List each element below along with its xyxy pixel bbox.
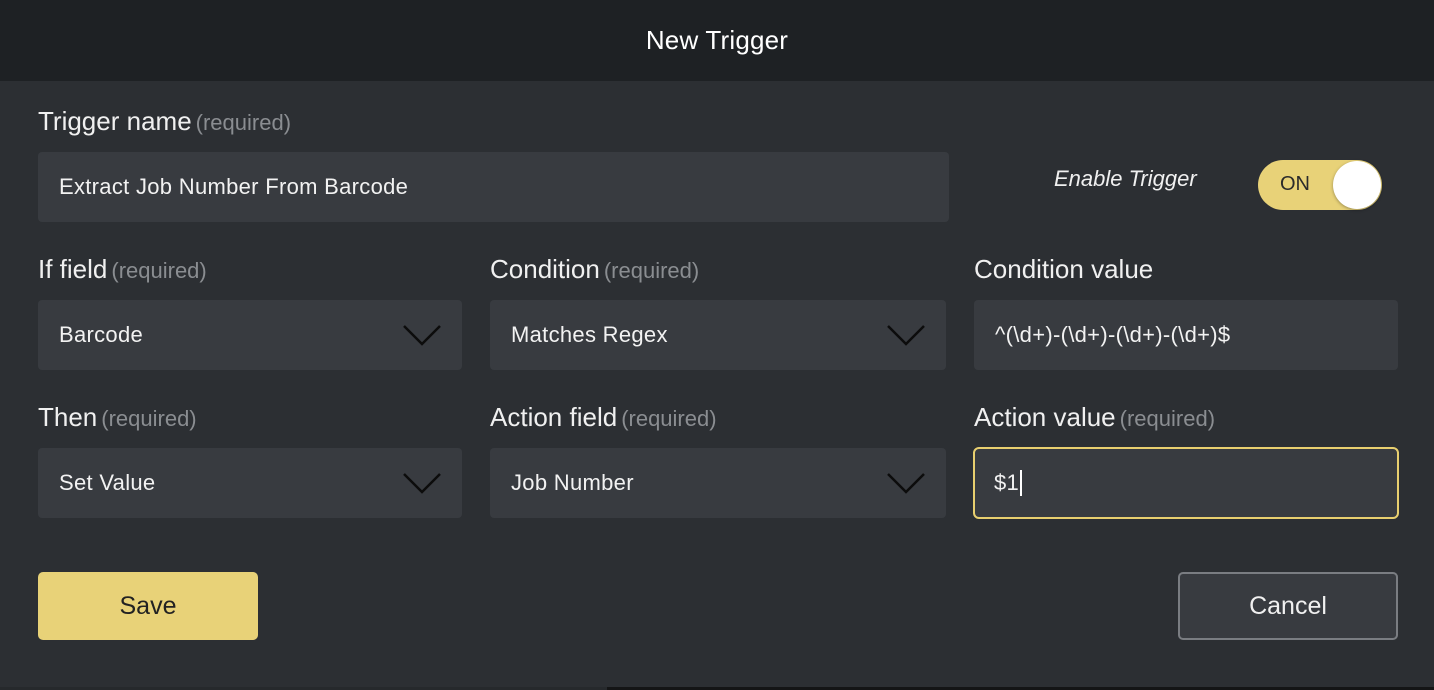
required-hint: (required): [195, 110, 292, 135]
required-hint: (required): [111, 258, 207, 283]
condition-select[interactable]: Matches Regex: [490, 300, 946, 370]
chevron-down-icon[interactable]: [886, 324, 926, 346]
action-value-text: $1: [994, 470, 1020, 495]
cancel-button-label: Cancel: [1249, 591, 1327, 620]
if-field-select[interactable]: Barcode: [38, 300, 462, 370]
then-select[interactable]: Set Value: [38, 448, 462, 518]
enable-trigger-toggle[interactable]: ON: [1258, 160, 1382, 210]
action-field-value: Job Number: [511, 470, 634, 495]
trigger-name-value: Extract Job Number From Barcode: [59, 174, 409, 199]
chevron-down-icon[interactable]: [402, 472, 442, 494]
action-value-label-text: Action value: [974, 402, 1116, 432]
if-field-value: Barcode: [59, 322, 144, 347]
save-button[interactable]: Save: [38, 572, 258, 640]
condition-value-label-text: Condition value: [974, 254, 1154, 284]
dialog-header: New Trigger: [0, 0, 1434, 81]
chevron-down-icon[interactable]: [886, 472, 926, 494]
condition-label-text: Condition: [490, 254, 600, 284]
action-field-label: Action field (required): [490, 402, 717, 433]
condition-value-input[interactable]: ^(\d+)-(\d+)-(\d+)-(\d+)$: [974, 300, 1398, 370]
trigger-name-input[interactable]: Extract Job Number From Barcode: [38, 152, 949, 222]
chevron-down-icon[interactable]: [402, 324, 442, 346]
toggle-knob[interactable]: [1333, 161, 1381, 209]
toggle-state-text: ON: [1280, 173, 1310, 195]
action-value-input[interactable]: $1: [973, 447, 1399, 519]
cancel-button[interactable]: Cancel: [1178, 572, 1398, 640]
condition-label: Condition (required): [490, 254, 699, 285]
action-field-label-text: Action field: [490, 402, 618, 432]
condition-value-text: ^(\d+)-(\d+)-(\d+)-(\d+)$: [995, 322, 1231, 347]
then-value: Set Value: [59, 470, 156, 495]
trigger-name-label-text: Trigger name: [38, 106, 192, 136]
dialog-title: New Trigger: [645, 25, 789, 55]
then-label: Then (required): [38, 402, 197, 433]
if-field-label: If field (required): [38, 254, 207, 285]
enable-trigger-label: Enable Trigger: [1054, 166, 1197, 191]
required-hint: (required): [1119, 406, 1216, 431]
condition-value-label: Condition value: [974, 254, 1153, 285]
text-cursor: [1020, 470, 1023, 496]
required-hint: (required): [603, 258, 700, 283]
save-button-label: Save: [119, 591, 177, 620]
required-hint: (required): [101, 406, 197, 431]
action-value-label: Action value (required): [974, 402, 1215, 433]
condition-value: Matches Regex: [511, 322, 668, 347]
trigger-name-label: Trigger name (required): [38, 106, 291, 137]
then-label-text: Then: [38, 402, 98, 432]
if-field-label-text: If field: [38, 254, 108, 284]
required-hint: (required): [621, 406, 717, 431]
action-field-select[interactable]: Job Number: [490, 448, 946, 518]
